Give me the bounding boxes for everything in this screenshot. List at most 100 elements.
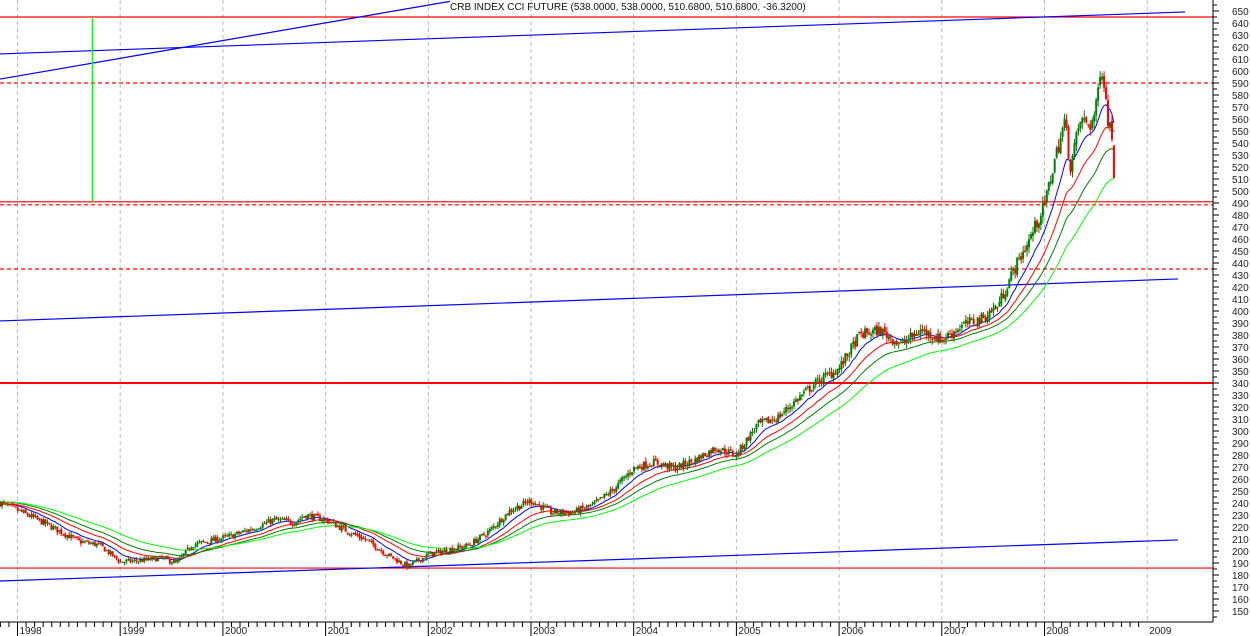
candle-body xyxy=(698,455,701,463)
candle-body xyxy=(228,534,231,537)
candle-body xyxy=(923,329,926,332)
candle-body xyxy=(401,564,404,566)
candle-body xyxy=(91,542,94,544)
y-tick-label: 460 xyxy=(1232,235,1249,246)
candle-body xyxy=(269,519,272,524)
candle-body xyxy=(589,504,592,507)
candle-body xyxy=(678,463,681,468)
candle-body xyxy=(526,502,529,504)
x-tick-label: 2008 xyxy=(1047,626,1070,636)
candle-body xyxy=(40,518,43,525)
candle-body xyxy=(625,476,628,478)
candle-body xyxy=(461,546,464,549)
candle-body xyxy=(516,505,519,510)
candle-body xyxy=(330,522,333,524)
candle-body xyxy=(737,453,740,455)
candle-body xyxy=(771,419,774,421)
candle-body xyxy=(1110,120,1113,140)
candle-body xyxy=(239,532,242,534)
candle-body xyxy=(247,529,250,533)
candle-body xyxy=(469,544,472,546)
candle-body xyxy=(1087,124,1090,126)
candle-body xyxy=(755,423,758,430)
candle-body xyxy=(713,448,716,451)
candle-body xyxy=(18,509,21,511)
candle-body xyxy=(480,534,483,536)
candle-body xyxy=(554,509,557,514)
candle-body xyxy=(439,549,442,555)
candle-body xyxy=(70,534,73,538)
candle-body xyxy=(388,553,391,556)
y-tick-label: 260 xyxy=(1232,475,1249,486)
candle-body xyxy=(712,447,715,453)
candle-body xyxy=(1,502,4,507)
candle-body xyxy=(650,465,653,467)
candle-body xyxy=(105,550,108,552)
candle-body xyxy=(794,399,797,402)
x-tick-label: 1998 xyxy=(20,626,43,636)
candle-body xyxy=(390,553,393,556)
candle-body xyxy=(111,551,114,557)
candle-body xyxy=(1024,250,1027,252)
candle-body xyxy=(903,340,906,343)
candle-body xyxy=(895,340,898,345)
candle-body xyxy=(844,353,847,364)
candle-body xyxy=(905,340,908,344)
candle-body xyxy=(46,522,49,524)
candle-body xyxy=(931,338,934,340)
candle-body xyxy=(324,518,327,520)
candle-body xyxy=(848,355,851,357)
candle-body xyxy=(26,513,29,516)
candle-body xyxy=(352,532,355,535)
candle-body xyxy=(816,377,819,379)
candle-body xyxy=(155,557,158,562)
price-bars xyxy=(0,71,1115,571)
candle-body xyxy=(394,558,397,560)
y-tick-label: 410 xyxy=(1232,295,1249,306)
candle-body xyxy=(672,465,675,467)
candle-body xyxy=(334,521,337,528)
candle-body xyxy=(842,361,845,365)
candle-body xyxy=(980,313,983,324)
candle-body xyxy=(640,466,643,470)
candle-body xyxy=(451,547,454,552)
candle-body xyxy=(496,524,499,527)
candle-body xyxy=(368,539,371,541)
candle-body xyxy=(1004,294,1007,300)
candle-body xyxy=(350,534,353,536)
candle-body xyxy=(281,518,284,520)
candle-body xyxy=(34,515,37,518)
candle-body xyxy=(318,515,321,522)
candle-body xyxy=(409,563,412,566)
candle-body xyxy=(486,531,489,536)
y-tick-label: 570 xyxy=(1232,103,1249,114)
candle-body xyxy=(743,445,746,450)
candle-body xyxy=(81,541,84,543)
candle-body xyxy=(789,407,792,410)
y-tick-label: 640 xyxy=(1232,19,1249,30)
candle-body xyxy=(22,510,25,513)
candle-body xyxy=(38,518,41,520)
candle-body xyxy=(573,511,576,514)
y-tick-label: 470 xyxy=(1232,223,1249,234)
candle-body xyxy=(441,551,444,555)
candle-body xyxy=(168,558,171,564)
candle-body xyxy=(741,445,744,449)
candle-body xyxy=(662,463,665,466)
x-tick-label: 2005 xyxy=(738,626,761,636)
candle-body xyxy=(109,551,112,555)
x-tick-label: 1999 xyxy=(122,626,145,636)
candle-body xyxy=(1020,256,1023,261)
candle-body xyxy=(1057,146,1060,153)
candle-body xyxy=(1093,115,1096,122)
candle-body xyxy=(984,317,987,322)
candle-body xyxy=(680,463,683,469)
candle-body xyxy=(107,549,110,555)
candle-body xyxy=(14,506,17,508)
candle-body xyxy=(873,327,876,331)
candle-body xyxy=(775,420,778,422)
candle-body xyxy=(28,515,31,517)
candle-body xyxy=(798,395,801,401)
candle-body xyxy=(836,369,839,375)
candle-body xyxy=(153,556,156,558)
